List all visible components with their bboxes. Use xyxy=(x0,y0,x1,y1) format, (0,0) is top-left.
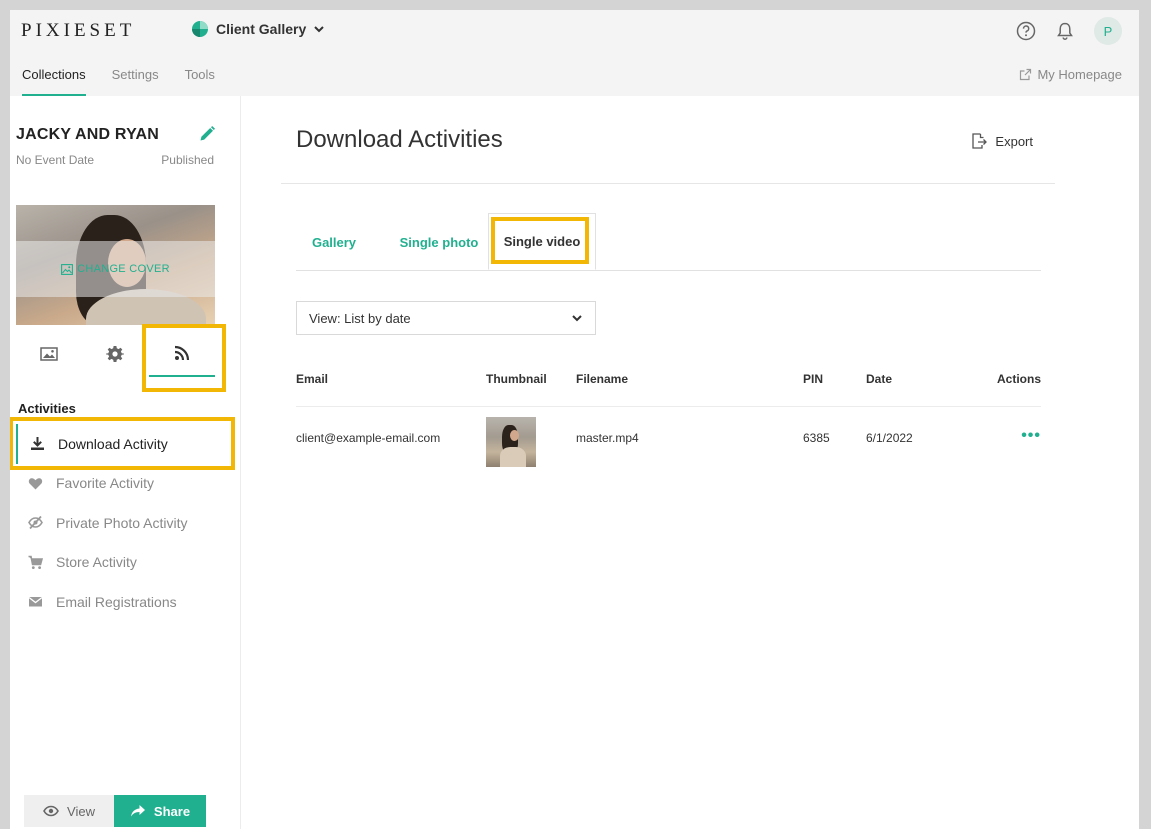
view-button-label: View xyxy=(67,803,95,819)
export-button[interactable]: Export xyxy=(971,133,1033,149)
activities-heading: Activities xyxy=(18,401,76,416)
change-cover-button[interactable]: CHANGE COVER xyxy=(16,241,215,297)
highlight-single-video-tab xyxy=(491,217,589,264)
tab-settings[interactable]: Settings xyxy=(112,67,159,96)
status-badge: Published xyxy=(161,153,214,167)
export-label: Export xyxy=(995,133,1033,149)
row-date: 6/1/2022 xyxy=(866,431,913,445)
sidebar-item-email-registrations[interactable]: Email Registrations xyxy=(16,582,234,622)
row-filename: master.mp4 xyxy=(576,431,639,445)
heart-icon xyxy=(28,477,43,490)
avatar[interactable]: P xyxy=(1094,17,1122,45)
chevron-down-icon xyxy=(314,26,324,33)
event-date: No Event Date xyxy=(16,153,95,167)
cart-icon xyxy=(28,555,43,569)
view-mode-select[interactable]: View: List by date xyxy=(296,301,596,335)
envelope-icon xyxy=(28,597,43,607)
help-icon[interactable] xyxy=(1016,21,1036,41)
tab-collections[interactable]: Collections xyxy=(22,67,86,96)
eye-slash-icon xyxy=(28,516,43,530)
activity-type-tabs: Gallery Single photo Single video xyxy=(296,213,1041,271)
my-homepage-link[interactable]: My Homepage xyxy=(1019,67,1122,82)
sidebar-item-store-activity[interactable]: Store Activity xyxy=(16,543,234,583)
tab-collection-settings[interactable] xyxy=(82,331,148,377)
eye-icon xyxy=(43,805,59,817)
pencil-icon[interactable] xyxy=(198,125,216,143)
view-mode-value: View: List by date xyxy=(309,310,411,326)
main-nav: Collections Settings Tools xyxy=(22,67,215,96)
sidebar-item-label: Email Registrations xyxy=(56,593,177,610)
chevron-down-icon xyxy=(572,315,582,322)
export-icon xyxy=(972,133,988,149)
bell-icon[interactable] xyxy=(1055,21,1075,41)
top-right-actions: P xyxy=(1016,17,1122,45)
collection-title: JACKY AND RYAN xyxy=(16,126,159,143)
tab-gallery[interactable]: Gallery xyxy=(296,214,372,271)
app-window: PIXIESET Client Gallery P Collections Se… xyxy=(10,10,1139,829)
column-header-email: Email xyxy=(296,372,329,386)
tab-tools[interactable]: Tools xyxy=(185,67,215,96)
tab-single-photo[interactable]: Single photo xyxy=(382,214,496,271)
table-header: Email Thumbnail Filename PIN Date Action… xyxy=(296,364,1041,407)
sidebar-item-private-photo-activity[interactable]: Private Photo Activity xyxy=(16,503,234,543)
view-button[interactable]: View xyxy=(24,795,114,827)
sidebar-footer-actions: View Share xyxy=(24,795,206,827)
share-icon xyxy=(130,805,145,817)
gallery-selector[interactable]: Client Gallery xyxy=(191,20,325,38)
gallery-selector-label: Client Gallery xyxy=(216,21,307,37)
gear-icon xyxy=(106,346,125,362)
change-cover-label: CHANGE COVER xyxy=(77,263,170,275)
photo-icon xyxy=(40,347,58,361)
sidebar-item-label: Private Photo Activity xyxy=(56,514,188,531)
divider xyxy=(281,183,1055,184)
table-row: client@example-email.com master.mp4 6385… xyxy=(296,407,1041,473)
more-actions-icon[interactable]: ••• xyxy=(1021,427,1041,445)
pixieset-logo[interactable]: PIXIESET xyxy=(21,20,135,42)
external-link-icon xyxy=(1020,68,1032,81)
row-email: client@example-email.com xyxy=(296,431,441,445)
share-button-label: Share xyxy=(153,803,191,819)
column-header-thumbnail: Thumbnail xyxy=(486,372,547,386)
my-homepage-label: My Homepage xyxy=(1037,67,1122,82)
client-gallery-icon xyxy=(192,21,208,37)
column-header-filename: Filename xyxy=(576,372,629,386)
page-title: Download Activities xyxy=(296,126,503,153)
image-icon xyxy=(61,263,74,275)
column-header-date: Date xyxy=(866,372,893,386)
column-header-pin: PIN xyxy=(803,372,824,386)
main-content: Download Activities Export Gallery Singl… xyxy=(281,96,1071,829)
sidebar-item-label: Favorite Activity xyxy=(56,475,155,492)
share-button[interactable]: Share xyxy=(114,795,206,827)
cover-image[interactable]: CHANGE COVER xyxy=(16,205,215,325)
highlight-download-activity xyxy=(10,417,235,470)
row-pin: 6385 xyxy=(803,431,830,445)
top-bar: PIXIESET Client Gallery P Collections Se… xyxy=(10,10,1139,96)
row-thumbnail[interactable] xyxy=(486,417,536,467)
tab-photos[interactable] xyxy=(16,331,82,377)
sidebar: JACKY AND RYAN No Event Date Published C… xyxy=(10,96,241,829)
highlight-rss-tab xyxy=(142,324,226,392)
sidebar-item-label: Store Activity xyxy=(56,554,137,571)
column-header-actions: Actions xyxy=(996,372,1041,386)
